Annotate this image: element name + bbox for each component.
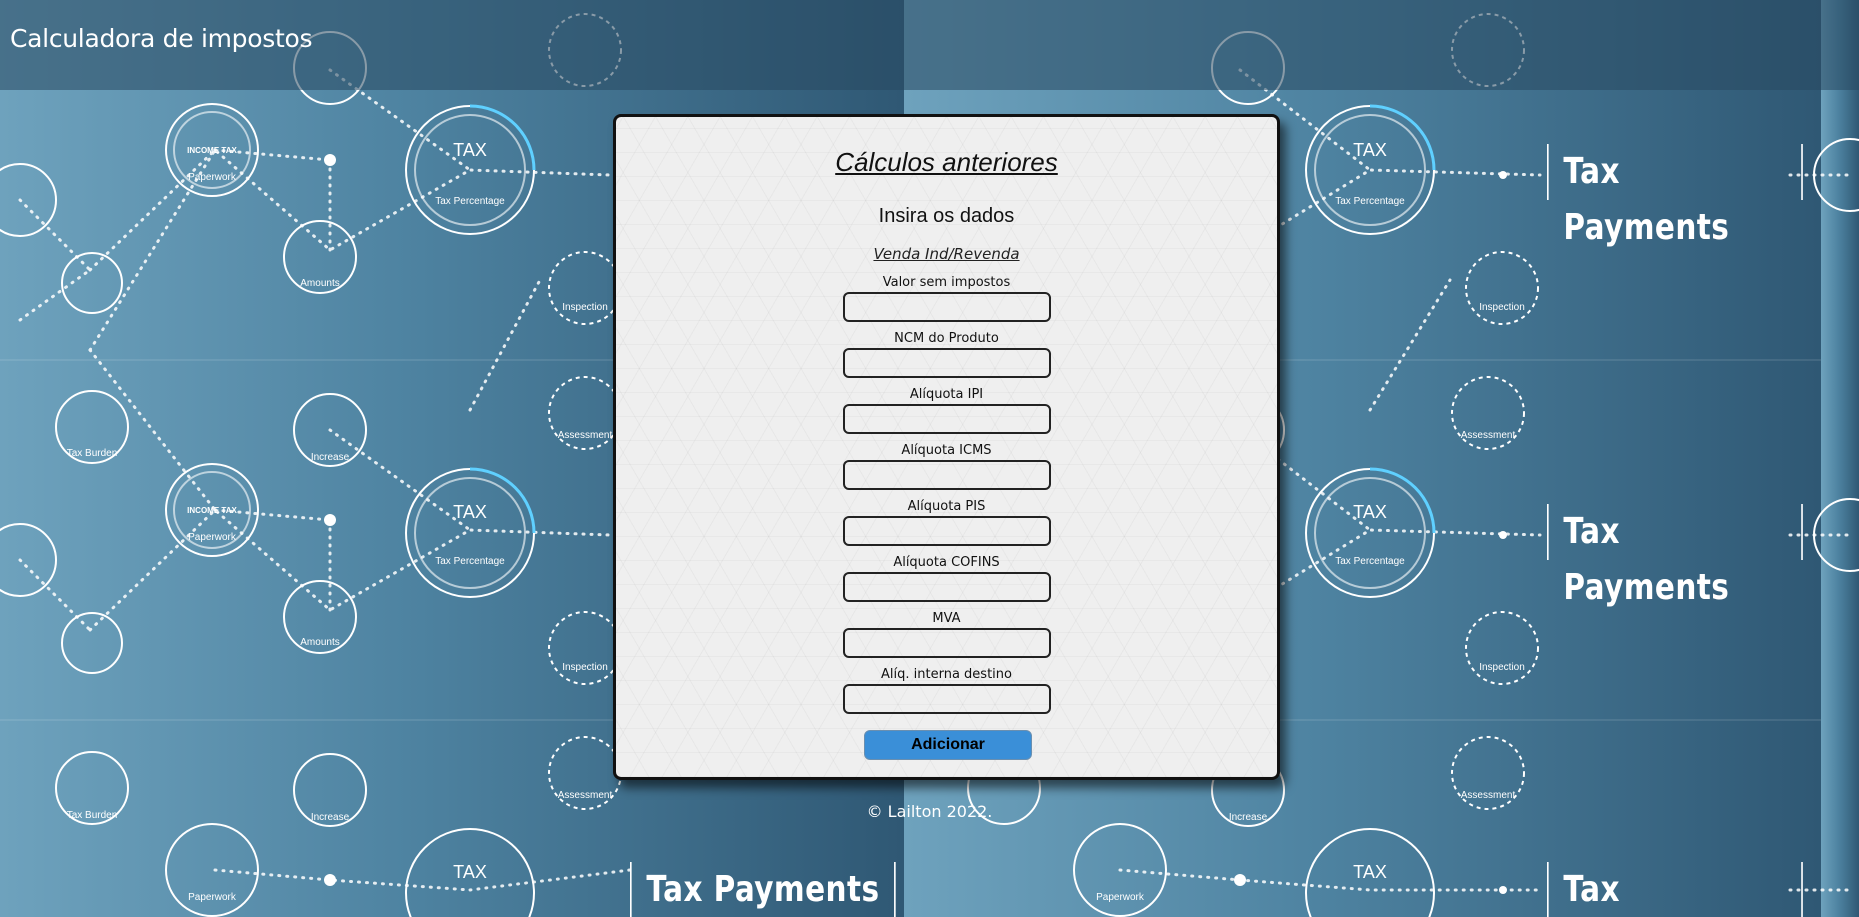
ipi-rate-input[interactable] — [842, 404, 1051, 434]
field-valor-sem-impostos: Valor sem impostos — [616, 274, 1277, 330]
node-label: Inspection — [1479, 302, 1525, 313]
income-tax-badge-icon: INCOME TAX — [187, 146, 237, 155]
calculator-card: Cálculos anteriores Insira os dados Vend… — [613, 114, 1280, 780]
app-header: Calculadora de impostos — [0, 0, 1859, 90]
field-mva: MVA — [616, 610, 1277, 666]
tax-badge-icon: TAX — [453, 140, 487, 160]
field-ncm: NCM do Produto — [616, 330, 1277, 386]
node-label: Paperwork — [188, 172, 236, 183]
tax-badge-icon: TAX — [1353, 862, 1387, 882]
field-label: MVA — [932, 611, 961, 626]
node-label: Paperwork — [188, 532, 236, 543]
field-aliquota-ipi: Alíquota IPI — [616, 386, 1277, 442]
tax-payments-banner: Tax Payments — [1547, 144, 1803, 248]
footer-copyright: © Lailton 2022. — [866, 802, 993, 821]
previous-calculations-link[interactable]: Cálculos anteriores — [616, 147, 1277, 178]
tax-badge-icon: TAX — [1353, 502, 1387, 522]
field-label: Alíquota ICMS — [901, 443, 992, 458]
field-aliquota-pis: Alíquota PIS — [616, 498, 1277, 554]
sale-mode-link[interactable]: Venda Ind/Revenda — [616, 245, 1277, 263]
icms-rate-input[interactable] — [842, 460, 1051, 490]
node-label: Paperwork — [188, 892, 236, 903]
node-label: Assessment — [1460, 430, 1516, 441]
add-button[interactable]: Adicionar — [864, 730, 1032, 760]
app-title: Calculadora de impostos — [10, 24, 313, 53]
field-label: Alíquota COFINS — [893, 555, 1000, 570]
pis-rate-input[interactable] — [842, 516, 1051, 546]
tax-badge-icon: TAX — [453, 862, 487, 882]
node-label: Assessment — [557, 790, 613, 801]
field-aliq-interna-destino: Alíq. interna destino — [616, 666, 1277, 722]
node-label: Tax Percentage — [435, 556, 505, 567]
tax-payments-banner: Tax Payments — [1547, 504, 1803, 608]
node-label: Tax Percentage — [1335, 196, 1405, 207]
field-label: Alíquota PIS — [907, 499, 986, 514]
node-label: Increase — [310, 452, 350, 463]
tax-payments-banner: Tax Payments — [630, 862, 896, 917]
cofins-rate-input[interactable] — [842, 572, 1051, 602]
tax-payments-banner: Tax Payments — [1547, 862, 1803, 917]
destination-internal-rate-input[interactable] — [842, 684, 1051, 714]
node-label: Amounts — [300, 278, 340, 289]
node-label: Paperwork — [1096, 892, 1144, 903]
income-tax-badge-icon: INCOME TAX — [187, 506, 237, 515]
mva-input[interactable] — [842, 628, 1051, 658]
field-aliquota-cofins: Alíquota COFINS — [616, 554, 1277, 610]
field-label: Alíq. interna destino — [881, 667, 1012, 682]
field-label: NCM do Produto — [894, 331, 999, 346]
field-label: Alíquota IPI — [909, 387, 984, 402]
ncm-input[interactable] — [842, 348, 1051, 378]
node-label: Inspection — [1479, 662, 1525, 673]
node-label: Tax Percentage — [435, 196, 505, 207]
tax-badge-icon: TAX — [1353, 140, 1387, 160]
node-label: Assessment — [1460, 790, 1516, 801]
node-label: Tax Burden — [66, 448, 118, 459]
value-without-taxes-input[interactable] — [842, 292, 1051, 322]
tax-form: Valor sem impostos NCM do Produto Alíquo… — [616, 274, 1277, 722]
field-label: Valor sem impostos — [882, 275, 1011, 290]
tax-badge-icon: TAX — [453, 502, 487, 522]
field-aliquota-icms: Alíquota ICMS — [616, 442, 1277, 498]
node-label: Tax Percentage — [1335, 556, 1405, 567]
node-label: Amounts — [300, 637, 340, 648]
form-heading: Insira os dados — [878, 205, 1015, 227]
